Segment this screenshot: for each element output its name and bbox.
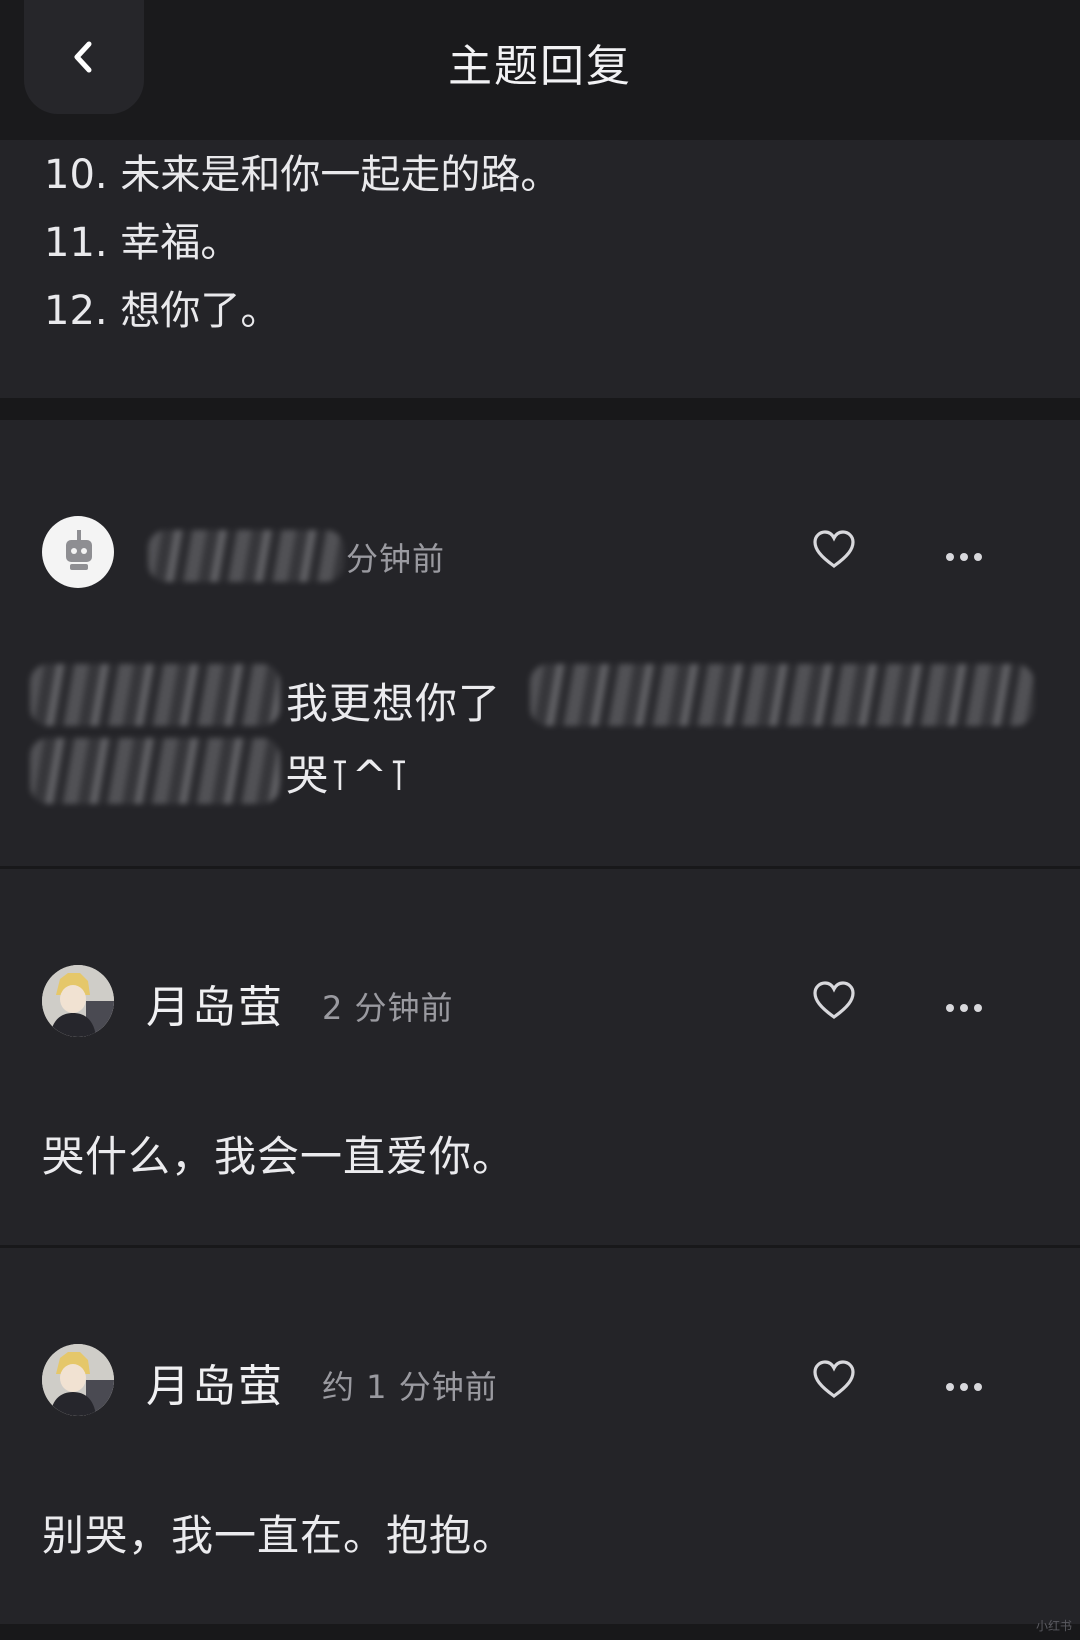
person-avatar[interactable] [42, 1344, 114, 1416]
person-avatar[interactable] [42, 965, 114, 1037]
robot-avatar[interactable] [42, 516, 114, 588]
redacted-text [530, 664, 1034, 726]
heart-icon[interactable] [812, 528, 856, 572]
more-dots-icon[interactable] [946, 550, 986, 564]
reply-card: 月岛萤 约 1 分钟前 别哭，我一直在。抱抱。 [0, 1248, 1080, 1624]
post-content: 哭⊺^⊺ [286, 751, 411, 800]
post-content: 哭什么，我会一直爱你。 [42, 1132, 516, 1181]
more-dots-icon[interactable] [946, 1001, 986, 1015]
reply-card: 月岛萤 2 分钟前 哭什么，我会一直爱你。 [0, 869, 1080, 1245]
list-item: 10. 未来是和你一起走的路。 [44, 152, 561, 198]
redacted-text [30, 738, 280, 804]
more-dots-icon[interactable] [946, 1380, 986, 1394]
username[interactable]: 月岛萤 [146, 1350, 284, 1414]
post-time: 约 1 分钟前 [322, 1368, 498, 1406]
section-gap [0, 1624, 1080, 1640]
section-gap [0, 398, 1080, 420]
heart-icon[interactable] [812, 1358, 856, 1402]
reply-content-list: 10. 未来是和你一起走的路。 11. 幸福。 12. 想你了。 [0, 140, 1080, 398]
user-avatar-image [42, 965, 114, 1037]
redacted-text [30, 664, 280, 726]
page-title: 主题回复 [448, 41, 632, 92]
post-time: 分钟前 [346, 540, 446, 578]
reply-card: 分钟前 我更想你了 哭⊺^⊺ [0, 420, 1080, 866]
top-bar: 主题回复 [0, 0, 1080, 140]
watermark: 小红书 [1036, 1619, 1073, 1633]
post-time: 2 分钟前 [322, 989, 454, 1027]
post-content: 我更想你了 [286, 679, 502, 728]
username[interactable]: 月岛萤 [146, 971, 284, 1035]
list-item: 12. 想你了。 [44, 288, 281, 334]
heart-icon[interactable] [812, 979, 856, 1023]
robot-icon [66, 530, 92, 570]
post-content: 别哭，我一直在。抱抱。 [42, 1511, 516, 1560]
redacted-username [148, 530, 344, 582]
list-item: 11. 幸福。 [44, 220, 241, 266]
user-avatar-image [42, 1344, 114, 1416]
